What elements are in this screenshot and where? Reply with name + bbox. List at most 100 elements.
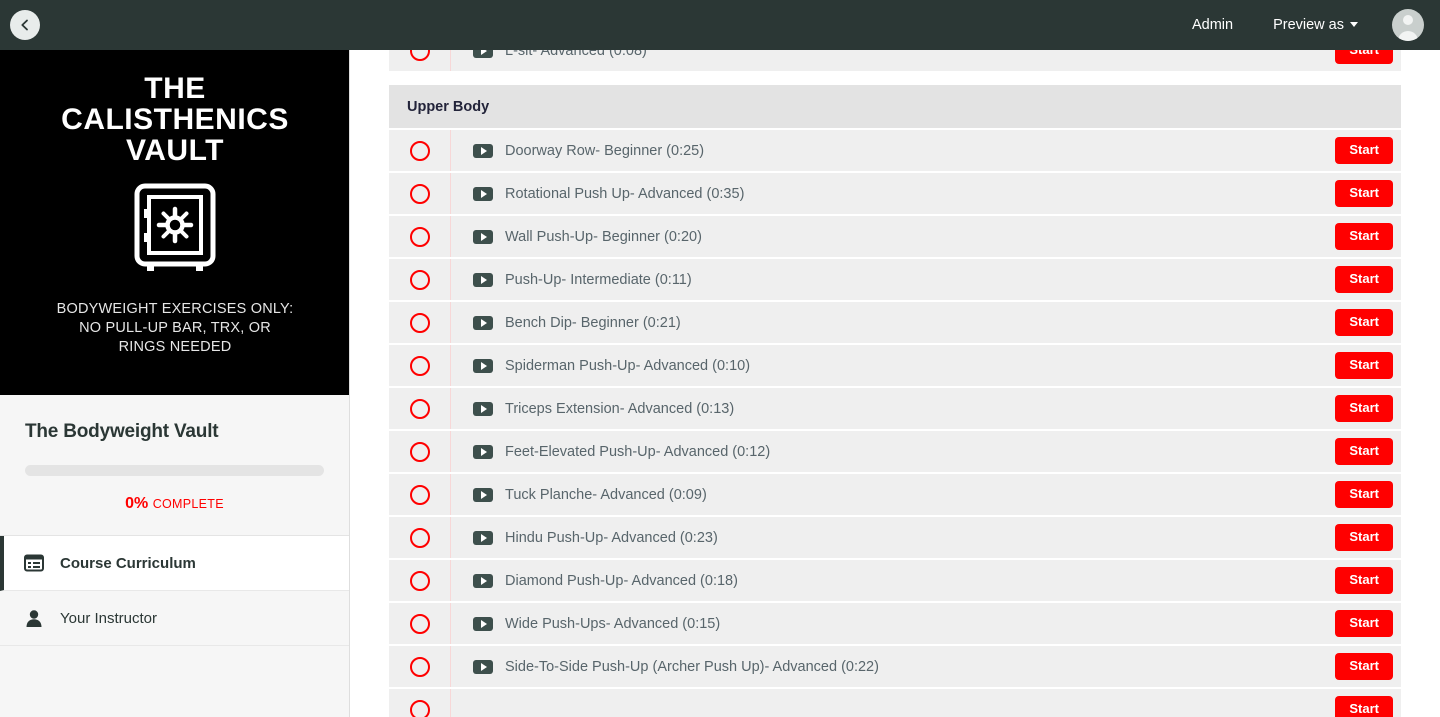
admin-link[interactable]: Admin xyxy=(1172,0,1253,50)
topbar-right-group: Admin Preview as xyxy=(1172,0,1424,50)
sidebar-item-label: Your Instructor xyxy=(60,609,157,627)
lesson-row[interactable]: Doorway Row- Beginner (0:25) Start xyxy=(389,130,1401,173)
circle-incomplete-icon xyxy=(409,398,430,419)
lesson-title: Bench Dip- Beginner (0:21) xyxy=(505,314,681,331)
lesson-complete-toggle[interactable] xyxy=(389,216,451,257)
logo-tagline-line-3: RINGS NEEDED xyxy=(118,338,232,355)
progress-complete-word: COMPLETE xyxy=(152,497,224,511)
lesson-link[interactable]: Diamond Push-Up- Advanced (0:18) xyxy=(451,573,1335,589)
lesson-row[interactable]: L-sit- Advanced (0:08) Start xyxy=(389,50,1401,73)
video-play-icon xyxy=(473,659,493,674)
lesson-row[interactable]: Triceps Extension- Advanced (0:13) Start xyxy=(389,388,1401,431)
video-play-icon xyxy=(473,530,493,545)
sidebar-item-your-instructor[interactable]: Your Instructor xyxy=(0,591,349,646)
chevron-left-icon xyxy=(18,18,32,32)
video-play-icon xyxy=(473,186,493,201)
lesson-link[interactable]: Tuck Planche- Advanced (0:09) xyxy=(451,487,1335,503)
sidebar-item-course-curriculum[interactable]: Course Curriculum xyxy=(0,536,349,591)
lesson-link[interactable]: Triceps Extension- Advanced (0:13) xyxy=(451,401,1335,417)
lesson-complete-toggle[interactable] xyxy=(389,345,451,386)
course-logo-tagline: BODYWEIGHT EXERCISES ONLY: NO PULL-UP BA… xyxy=(57,300,294,357)
lesson-row[interactable]: Feet-Elevated Push-Up- Advanced (0:12) St… xyxy=(389,431,1401,474)
start-button[interactable]: Start xyxy=(1335,524,1393,551)
lesson-row[interactable]: Hindu Push-Up- Advanced (0:23) Start xyxy=(389,517,1401,560)
preview-as-dropdown[interactable]: Preview as xyxy=(1253,0,1378,50)
lesson-row[interactable]: Wall Push-Up- Beginner (0:20) Start xyxy=(389,216,1401,259)
lesson-complete-toggle[interactable] xyxy=(389,517,451,558)
lesson-complete-toggle[interactable] xyxy=(389,388,451,429)
curriculum-section-header: Upper Body xyxy=(389,85,1401,128)
circle-incomplete-icon xyxy=(409,226,430,247)
course-title: The Bodyweight Vault xyxy=(25,421,219,442)
circle-incomplete-icon xyxy=(409,699,430,717)
start-button[interactable]: Start xyxy=(1335,481,1393,508)
lesson-link[interactable]: Bench Dip- Beginner (0:21) xyxy=(451,315,1335,331)
lesson-link[interactable]: L-sit- Advanced (0:08) xyxy=(451,50,1335,59)
start-button[interactable]: Start xyxy=(1335,266,1393,293)
circle-incomplete-icon xyxy=(409,570,430,591)
lesson-complete-toggle[interactable] xyxy=(389,50,451,71)
video-play-icon xyxy=(473,573,493,588)
lesson-link[interactable]: Feet-Elevated Push-Up- Advanced (0:12) xyxy=(451,444,1335,460)
course-sidebar: THE CALISTHENICS VAULT BODYWEIGHT EXERCI… xyxy=(0,50,350,717)
lesson-complete-toggle[interactable] xyxy=(389,560,451,601)
start-button[interactable]: Start xyxy=(1335,352,1393,379)
lesson-row[interactable]: Side-To-Side Push-Up (Archer Push Up)- A… xyxy=(389,646,1401,689)
lesson-complete-toggle[interactable] xyxy=(389,689,451,717)
lesson-row[interactable]: Start xyxy=(389,689,1401,717)
circle-incomplete-icon xyxy=(409,613,430,634)
avatar[interactable] xyxy=(1392,9,1424,41)
video-play-icon xyxy=(473,358,493,373)
logo-title-line-2: CALISTHENICS xyxy=(61,102,289,136)
lesson-link[interactable]: Push-Up- Intermediate (0:11) xyxy=(451,272,1335,288)
lesson-link[interactable]: Hindu Push-Up- Advanced (0:23) xyxy=(451,530,1335,546)
video-play-icon xyxy=(473,50,493,58)
start-button[interactable]: Start xyxy=(1335,696,1393,717)
start-button[interactable]: Start xyxy=(1335,309,1393,336)
lesson-action-cell: Start xyxy=(1335,137,1401,164)
lesson-row[interactable]: Rotational Push Up- Advanced (0:35) Start xyxy=(389,173,1401,216)
start-button[interactable]: Start xyxy=(1335,180,1393,207)
top-navigation-bar: Admin Preview as xyxy=(0,0,1440,50)
lesson-complete-toggle[interactable] xyxy=(389,130,451,171)
start-button[interactable]: Start xyxy=(1335,653,1393,680)
lesson-link[interactable]: Side-To-Side Push-Up (Archer Push Up)- A… xyxy=(451,659,1335,675)
lesson-complete-toggle[interactable] xyxy=(389,302,451,343)
sidebar-nav-list: Course Curriculum Your Instructor xyxy=(0,535,349,646)
lesson-complete-toggle[interactable] xyxy=(389,603,451,644)
vault-safe-icon xyxy=(129,181,221,286)
lesson-title: Spiderman Push-Up- Advanced (0:10) xyxy=(505,357,751,374)
logo-tagline-line-2: NO PULL-UP BAR, TRX, OR xyxy=(79,319,271,336)
lesson-complete-toggle[interactable] xyxy=(389,646,451,687)
start-button[interactable]: Start xyxy=(1335,610,1393,637)
lesson-row[interactable]: Wide Push-Ups- Advanced (0:15) Start xyxy=(389,603,1401,646)
lesson-action-cell: Start xyxy=(1335,266,1401,293)
start-button[interactable]: Start xyxy=(1335,50,1393,64)
lesson-link[interactable]: Wide Push-Ups- Advanced (0:15) xyxy=(451,616,1335,632)
lesson-action-cell: Start xyxy=(1335,395,1401,422)
lesson-complete-toggle[interactable] xyxy=(389,259,451,300)
lesson-row[interactable]: Diamond Push-Up- Advanced (0:18) Start xyxy=(389,560,1401,603)
start-button[interactable]: Start xyxy=(1335,223,1393,250)
back-button[interactable] xyxy=(10,10,40,40)
lesson-title: Tuck Planche- Advanced (0:09) xyxy=(505,486,707,503)
start-button[interactable]: Start xyxy=(1335,567,1393,594)
video-play-icon xyxy=(473,444,493,459)
lesson-link[interactable]: Doorway Row- Beginner (0:25) xyxy=(451,143,1335,159)
lesson-link[interactable]: Spiderman Push-Up- Advanced (0:10) xyxy=(451,358,1335,374)
lesson-row[interactable]: Tuck Planche- Advanced (0:09) Start xyxy=(389,474,1401,517)
lesson-link[interactable]: Rotational Push Up- Advanced (0:35) xyxy=(451,186,1335,202)
lesson-action-cell: Start xyxy=(1335,309,1401,336)
lesson-row[interactable]: Bench Dip- Beginner (0:21) Start xyxy=(389,302,1401,345)
lesson-complete-toggle[interactable] xyxy=(389,431,451,472)
lesson-title: L-sit- Advanced (0:08) xyxy=(505,50,647,59)
lesson-complete-toggle[interactable] xyxy=(389,474,451,515)
lesson-row[interactable]: Spiderman Push-Up- Advanced (0:10) Start xyxy=(389,345,1401,388)
lesson-row[interactable]: Push-Up- Intermediate (0:11) Start xyxy=(389,259,1401,302)
circle-incomplete-icon xyxy=(409,50,430,61)
start-button[interactable]: Start xyxy=(1335,395,1393,422)
lesson-link[interactable]: Wall Push-Up- Beginner (0:20) xyxy=(451,229,1335,245)
start-button[interactable]: Start xyxy=(1335,137,1393,164)
lesson-complete-toggle[interactable] xyxy=(389,173,451,214)
start-button[interactable]: Start xyxy=(1335,438,1393,465)
